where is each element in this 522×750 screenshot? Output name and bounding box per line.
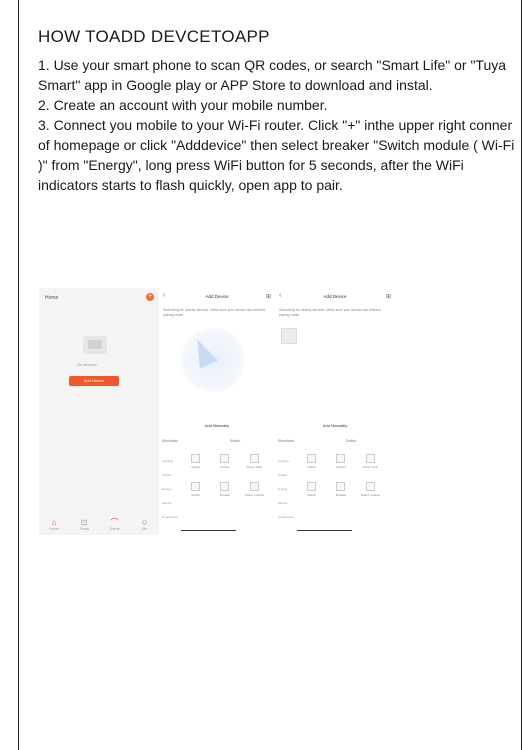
socket-icon bbox=[220, 454, 230, 463]
switch-icon bbox=[307, 482, 317, 491]
device-grid: Switch Socket Power Strip Switch Breaker… bbox=[181, 454, 269, 497]
device-label: Breaker bbox=[335, 493, 347, 497]
category-item[interactable]: Small home bbox=[278, 510, 294, 524]
home-indicator bbox=[297, 530, 352, 531]
device-label: Switch bbox=[191, 465, 201, 469]
category-list: Lighting Socket Energy Sensor Small home bbox=[162, 454, 178, 524]
instruction-step-3: 3. Connect you mobile to your Wi-Fi rout… bbox=[38, 117, 515, 193]
device-label: Power Strip bbox=[246, 465, 263, 469]
category-row: Electrician Switch bbox=[278, 439, 392, 443]
radar-scan-graphic bbox=[181, 328, 245, 392]
home-label: Home bbox=[45, 295, 59, 301]
device-label: Switch module bbox=[244, 493, 265, 497]
add-device-header: Add Device bbox=[205, 294, 229, 299]
category-item[interactable]: Small home bbox=[162, 510, 178, 524]
nav-smart[interactable]: ⊡ Smart bbox=[80, 518, 89, 531]
category-label: Electrician bbox=[278, 439, 295, 443]
category-label: Electrician bbox=[162, 439, 179, 443]
device-label: Switch bbox=[307, 493, 317, 497]
nav-scene-label: Scene bbox=[109, 526, 120, 531]
device-tile[interactable]: Switch bbox=[181, 454, 210, 469]
sub-category-label: Switch bbox=[230, 439, 241, 443]
sub-category-label: Switch bbox=[346, 439, 357, 443]
device-label: Switch bbox=[307, 465, 317, 469]
home-screen-screenshot: Home + No devices Add Device ⌂ Home ⊡ Sm… bbox=[39, 288, 159, 535]
device-label: Power Strip bbox=[362, 465, 379, 469]
device-label: Socket bbox=[220, 465, 230, 469]
nav-me-label: Me bbox=[142, 526, 147, 531]
empty-device-illustration bbox=[83, 336, 107, 354]
device-tile[interactable]: Socket bbox=[326, 454, 355, 469]
instruction-step-1: 1. Use your smart phone to scan QR codes… bbox=[38, 57, 507, 93]
device-tile[interactable]: Switch module bbox=[240, 482, 269, 497]
device-tile[interactable]: Power Strip bbox=[356, 454, 385, 469]
category-item[interactable]: Socket bbox=[162, 468, 178, 482]
device-grid: Switch Socket Power Strip Switch Breaker… bbox=[297, 454, 385, 497]
add-plus-icon[interactable]: + bbox=[146, 293, 154, 301]
device-tile[interactable]: Breaker bbox=[210, 482, 239, 497]
add-device-scanning-screenshot: ‹ Add Device ⊞ Searching for nearby devi… bbox=[159, 288, 275, 535]
home-indicator bbox=[181, 530, 236, 531]
device-tile[interactable]: Breaker bbox=[326, 482, 355, 497]
device-label: Breaker bbox=[219, 493, 231, 497]
no-devices-text: No devices bbox=[77, 362, 97, 367]
device-tile[interactable]: Switch module bbox=[356, 482, 385, 497]
instructions: 1. Use your smart phone to scan QR codes… bbox=[38, 55, 516, 195]
power-strip-icon bbox=[365, 454, 375, 463]
category-row: Electrician Switch bbox=[162, 439, 272, 443]
category-list: Lighting Socket Energy Sensor Small home bbox=[278, 454, 294, 524]
nav-home-label: Home bbox=[49, 526, 59, 531]
category-item[interactable]: Socket bbox=[278, 468, 294, 482]
add-device-header: Add Device bbox=[323, 294, 347, 299]
switch-module-icon bbox=[365, 482, 375, 491]
category-item[interactable]: Sensor bbox=[162, 496, 178, 510]
found-device-thumbnail[interactable] bbox=[281, 328, 297, 344]
device-tile[interactable]: Socket bbox=[210, 454, 239, 469]
scan-icon[interactable]: ⊞ bbox=[266, 293, 271, 300]
device-label: Switch bbox=[191, 493, 201, 497]
instruction-step-2: 2. Create an account with your mobile nu… bbox=[38, 97, 328, 113]
switch-icon bbox=[307, 454, 317, 463]
page-title: HOW TOADD DEVCETOAPP bbox=[38, 27, 270, 46]
nav-home[interactable]: ⌂ Home bbox=[49, 518, 58, 531]
add-manually-title: Add Manually bbox=[322, 423, 348, 428]
breaker-icon bbox=[220, 482, 230, 491]
switch-module-icon bbox=[249, 482, 259, 491]
switch-icon bbox=[191, 482, 201, 491]
device-tile[interactable]: Switch bbox=[181, 482, 210, 497]
add-manually-title: Add Manually bbox=[204, 423, 230, 428]
scanning-tip: Searching for nearby devices. Make sure … bbox=[163, 308, 265, 317]
category-item[interactable]: Sensor bbox=[278, 496, 294, 510]
bottom-nav: ⌂ Home ⊡ Smart ⌒ Scene ☺ Me bbox=[39, 513, 159, 535]
category-item[interactable]: Lighting bbox=[278, 454, 294, 468]
category-item[interactable]: Energy bbox=[162, 482, 178, 496]
scan-icon[interactable]: ⊞ bbox=[386, 293, 391, 300]
device-tile[interactable]: Switch bbox=[297, 454, 326, 469]
socket-icon bbox=[336, 454, 346, 463]
power-strip-icon bbox=[249, 454, 259, 463]
scene-icon: ⌒ bbox=[110, 517, 119, 527]
device-label: Socket bbox=[336, 465, 346, 469]
category-item[interactable]: Energy bbox=[278, 482, 294, 496]
device-tile[interactable]: Power Strip bbox=[240, 454, 269, 469]
home-icon: ⌂ bbox=[51, 517, 57, 527]
smart-icon: ⊡ bbox=[80, 517, 88, 527]
scanning-tip: Searching for nearby devices. Make sure … bbox=[279, 308, 381, 317]
add-device-button[interactable]: Add Device bbox=[69, 376, 119, 386]
nav-scene[interactable]: ⌒ Scene bbox=[110, 518, 120, 531]
me-icon: ☺ bbox=[140, 517, 149, 527]
device-tile[interactable]: Switch bbox=[297, 482, 326, 497]
breaker-icon bbox=[336, 482, 346, 491]
device-label: Switch module bbox=[360, 493, 381, 497]
category-item[interactable]: Lighting bbox=[162, 454, 178, 468]
switch-icon bbox=[191, 454, 201, 463]
nav-smart-label: Smart bbox=[79, 526, 89, 531]
add-device-found-screenshot: ‹ Add Device ⊞ Searching for nearby devi… bbox=[275, 288, 395, 535]
nav-me[interactable]: ☺ Me bbox=[140, 518, 148, 531]
left-border-line bbox=[18, 0, 19, 750]
